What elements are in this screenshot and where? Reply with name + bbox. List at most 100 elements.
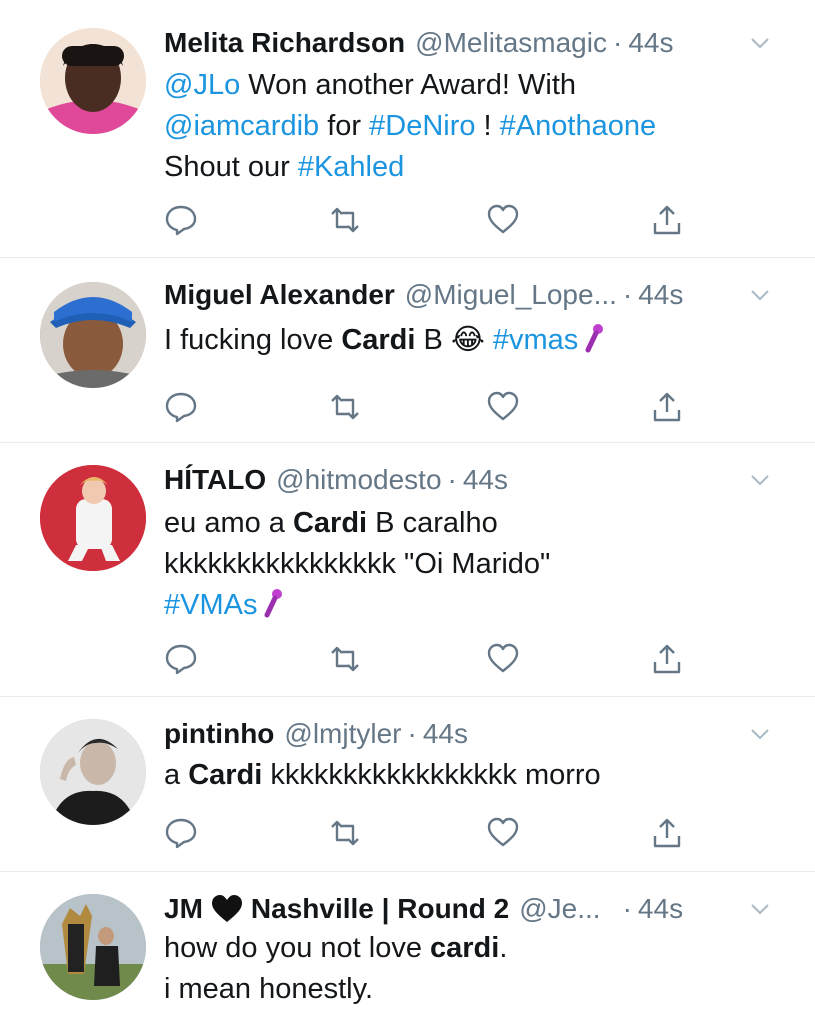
tweet-header: Miguel Alexander @Miguel_Lope... · 44s xyxy=(164,278,775,312)
black-heart-emoji xyxy=(211,895,242,922)
like-button[interactable] xyxy=(486,203,520,237)
reply-icon xyxy=(165,644,197,675)
reply-icon xyxy=(165,392,197,423)
chevron-down-icon[interactable] xyxy=(749,898,771,920)
chevron-down-icon[interactable] xyxy=(749,284,771,306)
tweet-actions xyxy=(164,642,684,678)
like-button[interactable] xyxy=(486,816,520,850)
avatar[interactable] xyxy=(40,719,146,825)
timestamp[interactable]: 44s xyxy=(638,279,683,311)
microphone-emoji xyxy=(264,589,283,618)
chevron-down-icon[interactable] xyxy=(749,469,771,491)
like-icon xyxy=(487,817,519,847)
text-span: B xyxy=(415,324,451,356)
display-name[interactable]: Miguel Alexander xyxy=(164,279,395,311)
tweet-header: Melita Richardson @Melitasmagic · 44s xyxy=(164,26,775,60)
keyword-highlight: Cardi xyxy=(341,324,416,356)
avatar-image xyxy=(40,719,146,825)
username[interactable]: @Je... xyxy=(519,893,600,925)
text-span: eu amo a xyxy=(164,507,293,539)
tweet-header: pintinho @lmjtyler · 44s xyxy=(164,717,775,751)
display-name[interactable]: JM xyxy=(164,893,203,925)
avatar[interactable] xyxy=(40,282,146,388)
reply-button[interactable] xyxy=(164,642,198,676)
tweet-text: I fucking love Cardi B 😂 #vmas xyxy=(164,320,784,361)
text-span: for xyxy=(319,110,370,142)
microphone-emoji xyxy=(585,324,604,353)
timestamp[interactable]: 44s xyxy=(628,27,673,59)
avatar[interactable] xyxy=(40,894,146,1000)
share-icon xyxy=(653,644,681,674)
hashtag-link[interactable]: #Anothaone xyxy=(500,110,656,142)
mention-link[interactable]: @JLo xyxy=(164,69,240,101)
timestamp[interactable]: 44s xyxy=(463,464,508,496)
separator: · xyxy=(622,893,632,924)
text-span: kkkkkkkkkkkkkkkk "Oi Marido" xyxy=(164,548,551,580)
retweet-button[interactable] xyxy=(328,203,362,237)
reply-button[interactable] xyxy=(164,203,198,237)
text-span: B caralho xyxy=(367,507,498,539)
hashtag-link[interactable]: #vmas xyxy=(493,324,578,356)
separator: · xyxy=(447,464,457,495)
tweet-header: HÍTALO @hitmodesto · 44s xyxy=(164,463,775,497)
timestamp[interactable]: 44s xyxy=(423,718,468,750)
display-name[interactable]: Melita Richardson xyxy=(164,27,405,59)
retweet-icon xyxy=(331,207,359,233)
username[interactable]: @hitmodesto xyxy=(276,464,441,496)
text-span: . xyxy=(499,932,508,964)
text-span: Shout our xyxy=(164,151,298,183)
retweet-button[interactable] xyxy=(328,816,362,850)
mention-link[interactable]: @iamcardib xyxy=(164,110,319,142)
retweet-button[interactable] xyxy=(328,390,362,424)
tweet-actions xyxy=(164,203,684,239)
username[interactable]: @Miguel_Lope... xyxy=(405,279,617,311)
avatar[interactable] xyxy=(40,28,146,134)
tweet[interactable]: JM Nashville | Round 2 @Je... · 44s how … xyxy=(0,872,815,1024)
like-icon xyxy=(487,204,519,234)
keyword-highlight: Cardi xyxy=(188,759,263,791)
chevron-down-icon[interactable] xyxy=(749,723,771,745)
username[interactable]: @lmjtyler xyxy=(284,718,401,750)
share-icon xyxy=(653,205,681,235)
text-span: a xyxy=(164,759,189,791)
display-name[interactable]: Nashville | Round 2 xyxy=(251,893,509,925)
share-button[interactable] xyxy=(650,390,684,424)
reply-icon xyxy=(165,205,197,236)
retweet-icon xyxy=(331,394,359,420)
tweet[interactable]: pintinho @lmjtyler · 44s a Cardi kkkkkkk… xyxy=(0,697,815,872)
chevron-down-icon[interactable] xyxy=(749,32,771,54)
like-icon xyxy=(487,643,519,673)
avatar-image xyxy=(40,282,146,388)
username[interactable]: @Melitasmagic xyxy=(415,27,607,59)
hashtag-link[interactable]: #DeNiro xyxy=(369,110,475,142)
retweet-button[interactable] xyxy=(328,642,362,676)
share-button[interactable] xyxy=(650,642,684,676)
tweet[interactable]: Miguel Alexander @Miguel_Lope... · 44s I… xyxy=(0,258,815,443)
display-name[interactable]: pintinho xyxy=(164,718,274,750)
hashtag-link[interactable]: #Kahled xyxy=(298,151,404,183)
like-button[interactable] xyxy=(486,390,520,424)
hashtag-link[interactable]: #VMAs xyxy=(164,589,257,621)
tweet[interactable]: Melita Richardson @Melitasmagic · 44s @J… xyxy=(0,0,815,258)
share-button[interactable] xyxy=(650,816,684,850)
reply-button[interactable] xyxy=(164,390,198,424)
reply-icon xyxy=(165,818,197,849)
tweet-actions xyxy=(164,816,684,852)
tweet-text: eu amo a Cardi B caralho kkkkkkkkkkkkkkk… xyxy=(164,503,784,626)
text-span: I fucking love xyxy=(164,324,342,356)
reply-button[interactable] xyxy=(164,816,198,850)
share-button[interactable] xyxy=(650,203,684,237)
text-span: Won another Award! With xyxy=(240,69,577,101)
display-name[interactable]: HÍTALO xyxy=(164,464,266,496)
timestamp[interactable]: 44s xyxy=(638,893,683,925)
text-span xyxy=(485,324,493,356)
tweet-actions xyxy=(164,390,684,426)
tweet-text: how do you not love cardi. i mean honest… xyxy=(164,928,784,1010)
retweet-icon xyxy=(331,646,359,672)
tweet[interactable]: HÍTALO @hitmodesto · 44s eu amo a Cardi … xyxy=(0,443,815,697)
like-button[interactable] xyxy=(486,642,520,676)
avatar[interactable] xyxy=(40,465,146,571)
separator: · xyxy=(407,718,417,749)
avatar-image xyxy=(40,465,146,571)
keyword-highlight: Cardi xyxy=(292,507,368,539)
